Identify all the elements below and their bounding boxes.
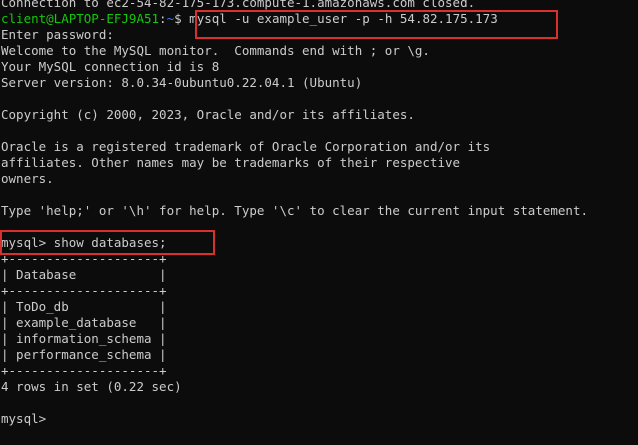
prompt-symbol: $ [174,11,190,26]
shell-command-line: client@LAPTOP-EFJ9A51:~$ mysql -u exampl… [1,11,498,27]
prompt-separator: : [159,11,167,26]
enter-password-line: Enter password: [1,27,114,42]
server-version-line: Server version: 8.0.34-0ubuntu0.22.04.1 … [1,75,363,90]
trademark-line-3: owners. [1,171,54,186]
welcome-line: Welcome to the MySQL monitor. Commands e… [1,43,430,58]
table-border-mid: +--------------------+ [1,283,167,298]
table-header-row: | Database | [1,267,167,282]
help-hint-line: Type 'help;' or '\h' for help. Type '\c'… [1,203,588,218]
table-row: | information_schema | [1,331,167,346]
table-row: | performance_schema | [1,347,167,362]
prompt-user-host: client@LAPTOP-EFJ9A51 [1,11,160,26]
table-row: | example_database | [1,315,167,330]
table-row: | ToDo_db | [1,299,167,314]
connection-id-line: Your MySQL connection id is 8 [1,59,220,74]
terminal-window[interactable]: Connection to ec2-54-82-175-173.compute-… [0,0,638,445]
show-databases-command: mysql> show databases; [1,235,167,250]
final-mysql-prompt[interactable]: mysql> [1,411,46,427]
table-border-top: +--------------------+ [1,251,167,266]
copyright-line: Copyright (c) 2000, 2023, Oracle and/or … [1,107,415,122]
prompt-path: ~ [166,11,175,26]
trademark-line-2: affiliates. Other names may be trademark… [1,155,461,170]
connection-closed-line: Connection to ec2-54-82-175-173.compute-… [1,0,476,10]
trademark-line-1: Oracle is a registered trademark of Orac… [1,139,491,154]
mysql-login-command: mysql -u example_user -p -h 54.82.175.17… [189,11,498,26]
rows-count-line: 4 rows in set (0.22 sec) [1,379,182,394]
table-border-bottom: +--------------------+ [1,363,167,378]
